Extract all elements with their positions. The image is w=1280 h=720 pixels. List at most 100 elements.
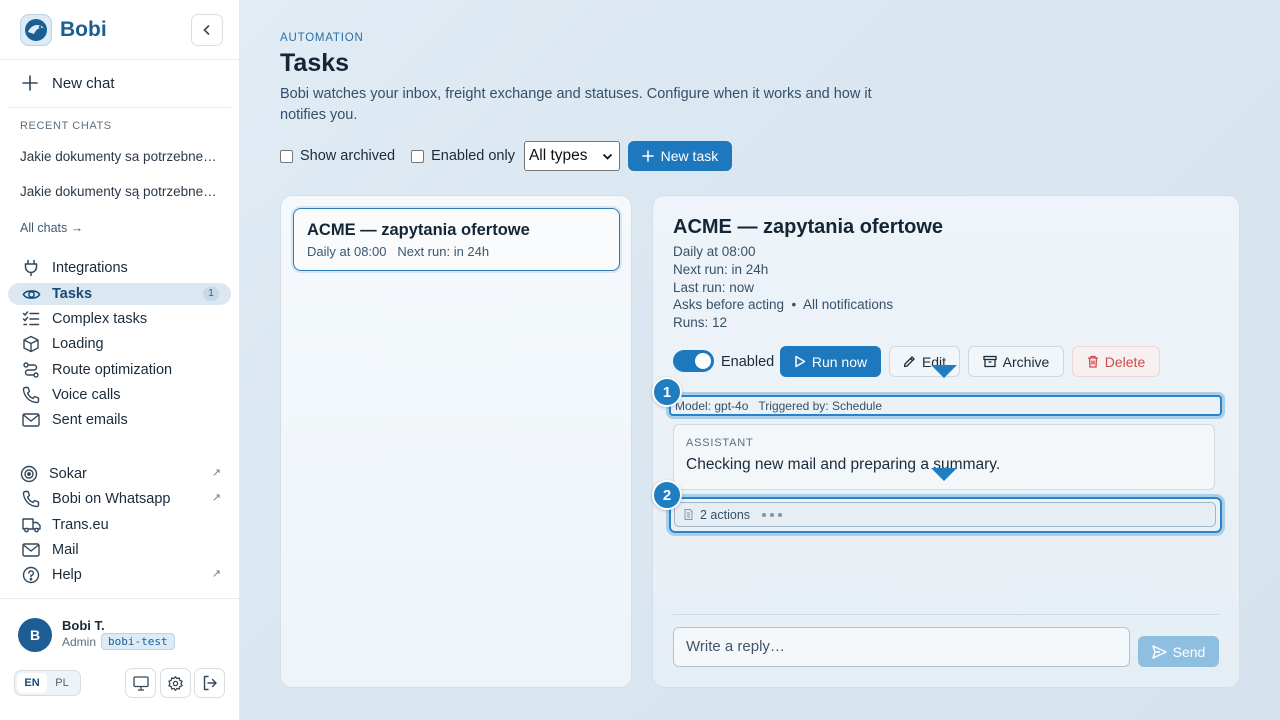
run-now-button[interactable]: Run now [780,346,881,377]
task-next-run: Next run: in 24h [397,244,490,259]
detail-runs: Runs: 12 [673,315,728,330]
external-link-icon: ↗ [211,492,221,504]
task-list-item[interactable]: ACME — zapytania ofertowe Daily at 08:00… [293,208,620,271]
sidebar-link-label: Mail [52,542,79,558]
send-label: Send [1172,643,1206,660]
new-task-button[interactable]: New task [627,141,732,171]
detail-mode: Asks before acting • All notifications [673,297,894,312]
loading-dots-icon [762,512,786,517]
page-description: Bobi watches your inbox, freight exchang… [280,86,872,123]
sidebar-link-trans-eu[interactable]: Trans.eu [8,514,231,536]
actions-toggle[interactable]: 2 actions [674,502,1216,527]
new-chat-button[interactable]: New chat [20,73,115,93]
step-marker-1: 1 [652,377,682,407]
sidebar-item-label: Sent emails [52,412,128,428]
help-icon [20,564,42,586]
avatar[interactable]: B [18,618,52,652]
task-schedule: Daily at 08:00 [307,244,387,259]
enabled-toggle-label: Enabled [721,354,775,370]
recent-chat-item[interactable]: Jakie dokumenty sa potrzebne do... [20,149,220,164]
sidebar-item-sent-emails[interactable]: Sent emails [8,409,231,431]
enabled-only-checkbox[interactable] [411,149,425,163]
run-meta-row[interactable]: Model: gpt-4o Triggered by: Schedule [669,395,1222,416]
chevron-left-icon [203,25,210,35]
sidebar-link-label: Trans.eu [52,517,109,533]
pointer-arrow-icon [931,468,957,481]
step-marker-2: 2 [652,480,682,510]
detail-last-run: Last run: now [673,280,755,295]
user-role: Admin [62,635,97,649]
logout-button[interactable] [194,668,225,698]
trash-icon [1087,355,1099,368]
sidebar-item-tasks[interactable]: Tasks 1 [8,283,231,305]
collapse-sidebar-button[interactable] [191,14,223,46]
external-link-icon: ↗ [211,568,221,580]
sidebar-item-label: Route optimization [52,362,173,378]
new-chat-label: New chat [52,74,115,92]
sidebar-item-route-optimization[interactable]: Route optimization [8,359,231,381]
recent-chat-item[interactable]: Jakie dokumenty są potrzebne do... [20,184,220,199]
divider [8,107,231,108]
chevron-down-icon [602,153,613,160]
send-button[interactable]: Send [1138,636,1219,667]
task-title: ACME — zapytania ofertowe [307,221,530,239]
pin-icon [18,463,40,485]
lang-option-pl[interactable]: PL [47,673,77,693]
divider [0,598,240,599]
show-archived-label: Show archived [300,148,396,164]
archive-button[interactable]: Archive [968,346,1064,377]
actions-row: 2 actions [669,497,1222,533]
tasks-count-badge: 1 [203,287,219,301]
app-name: Bobi [60,18,107,41]
archive-icon [983,355,997,368]
plus-icon [641,150,654,162]
plug-icon [20,257,42,279]
sidebar-item-integrations[interactable]: Integrations [8,257,231,279]
sidebar-link-mail[interactable]: Mail [8,539,231,561]
route-icon [20,359,42,381]
checklist-icon [20,308,42,330]
sidebar-item-label: Integrations [52,260,128,276]
display-button[interactable] [125,668,156,698]
model-label: Model: gpt-4o [675,398,749,413]
all-chats-link[interactable]: All chats → [20,221,83,235]
toggle-knob [695,353,711,369]
task-detail-panel: ACME — zapytania ofertowe Daily at 08:00… [652,195,1240,688]
pointer-arrow-icon [931,365,957,378]
type-select[interactable]: All types [523,141,620,171]
monitor-icon [132,675,149,691]
sidebar-item-voice-calls[interactable]: Voice calls [8,384,231,406]
filter-bar: Show archived Enabled only All types New… [280,141,732,171]
detail-title: ACME — zapytania ofertowe [673,216,944,238]
mail-icon [20,539,42,561]
delete-button[interactable]: Delete [1072,346,1160,377]
pencil-icon [903,355,916,368]
divider [673,614,1219,615]
show-archived-checkbox[interactable] [280,149,293,163]
org-badge: bobi-test [101,633,175,650]
reply-input[interactable]: Write a reply… [673,627,1130,667]
brand[interactable]: Bobi [20,14,107,46]
divider [0,59,240,60]
delete-label: Delete [1104,353,1146,370]
sidebar-item-complex-tasks[interactable]: Complex tasks [8,308,231,330]
sidebar-item-loading[interactable]: Loading [8,333,231,355]
task-subtitle: Daily at 08:00 Next run: in 24h [307,244,489,259]
sidebar-link-help[interactable]: Help ↗ [8,564,231,586]
enabled-toggle[interactable] [673,350,714,372]
page-title: Tasks [280,49,350,77]
sidebar: Bobi New chat RECENT CHATS Jakie dokumen… [0,0,240,720]
settings-button[interactable] [160,668,191,698]
sidebar-link-bobi-whatsapp[interactable]: Bobi on Whatsapp ↗ [8,488,231,510]
user-name: Bobi T. [62,618,105,633]
actions-count: 2 actions [700,507,751,522]
truck-icon [20,514,42,536]
send-icon [1151,644,1167,659]
lang-option-en[interactable]: EN [17,673,47,693]
triggered-by-label: Triggered by: Schedule [758,398,883,413]
page-eyebrow: AUTOMATION [280,32,364,44]
sidebar-link-sokar[interactable]: Sokar ↗ [8,463,231,485]
enabled-only-label: Enabled only [431,148,515,164]
language-switch[interactable]: EN PL [14,670,81,696]
run-now-label: Run now [811,353,868,370]
